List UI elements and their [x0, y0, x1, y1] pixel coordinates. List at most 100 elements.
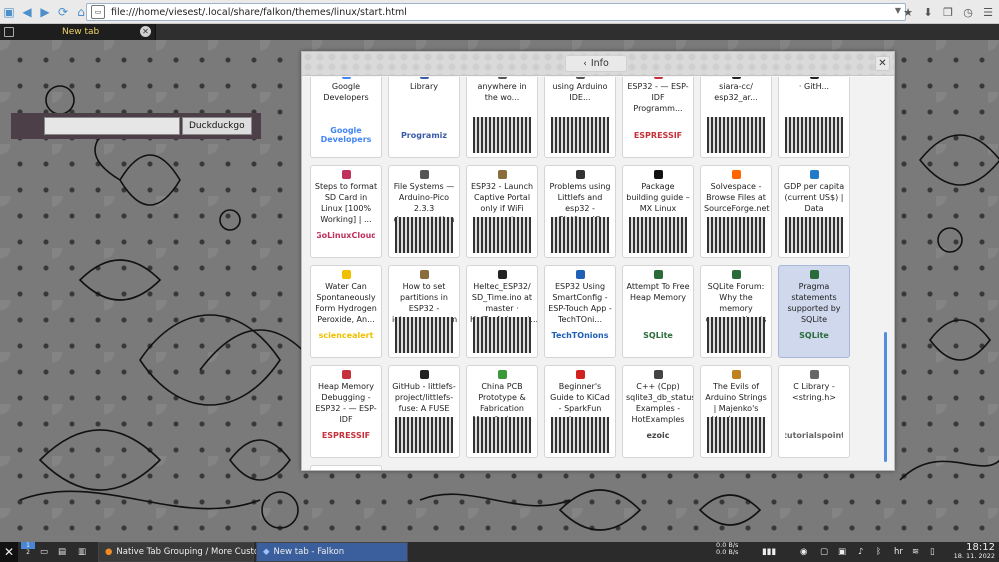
- forward-button[interactable]: ▶: [36, 3, 54, 21]
- app-menu-icon[interactable]: ▣: [0, 3, 18, 21]
- speed-dial-card[interactable]: Library Programiz: [388, 77, 460, 158]
- media-icon[interactable]: ◉: [800, 542, 807, 562]
- speed-dial-card[interactable]: C Library - <string.h> tutorialspoint: [778, 365, 850, 458]
- menu-icon[interactable]: ☰: [979, 3, 997, 21]
- speed-dial-card[interactable]: ESP32 Using SmartConfig - ESP-Touch App …: [544, 265, 616, 358]
- card-thumbnail: tutorialspoint: [785, 430, 843, 440]
- speed-dial-card[interactable]: Solvespace - Browse Files at SourceForge…: [700, 165, 772, 258]
- site-favicon-icon: [419, 77, 429, 79]
- speed-dial-card[interactable]: anywhere in the wo...: [466, 77, 538, 158]
- speed-dial-card[interactable]: GDP per capita (current US$) | Data: [778, 165, 850, 258]
- speed-dial-card[interactable]: Pragma statements supported by SQLite SQL…: [778, 265, 850, 358]
- start-menu-icon[interactable]: ✕: [0, 542, 18, 562]
- site-favicon-icon: [731, 170, 741, 179]
- task-falkon[interactable]: ◆ New tab - Falkon: [256, 542, 408, 562]
- speed-dial-card[interactable]: using Arduino IDE...: [544, 77, 616, 158]
- site-favicon-icon: [653, 370, 663, 379]
- card-thumbnail: [473, 417, 531, 453]
- close-tab-icon[interactable]: ✕: [140, 26, 151, 37]
- card-thumbnail: TechTOnions: [551, 330, 609, 340]
- duckduckgo-button[interactable]: Duckduckgo: [182, 117, 252, 135]
- speed-dial-card[interactable]: China PCB Prototype & Fabrication Manufa…: [466, 365, 538, 458]
- history-icon[interactable]: ◷: [959, 3, 977, 21]
- speed-dial-card[interactable]: File Systems — Arduino-Pico 2.3.3 docume…: [388, 165, 460, 258]
- speed-dial-card[interactable]: The Evils of Arduino Strings | Majenko's…: [700, 365, 772, 458]
- card-thumbnail: [473, 317, 531, 353]
- close-icon[interactable]: ✕: [875, 56, 890, 71]
- desktop-pager[interactable]: 1 2: [20, 542, 36, 562]
- tab-new-tab[interactable]: New tab ✕: [0, 24, 156, 40]
- search-input[interactable]: [44, 117, 180, 135]
- tab-page-icon: [4, 27, 14, 37]
- site-favicon-icon: [653, 270, 663, 279]
- card-thumbnail: [785, 217, 843, 253]
- site-favicon-icon: [497, 170, 507, 179]
- speed-dial-card[interactable]: Google Developers Google Developers: [310, 77, 382, 158]
- bookmarks-icon[interactable]: ❐: [939, 3, 957, 21]
- bookmark-icon[interactable]: ★: [899, 3, 917, 21]
- card-thumbnail: GoLinuxCloud: [317, 230, 375, 240]
- speed-dial-card[interactable]: Package building guide – MX Linux: [622, 165, 694, 258]
- site-favicon-icon: [731, 370, 741, 379]
- page-icon: ▭: [91, 5, 105, 19]
- camera-icon[interactable]: ▢: [820, 542, 828, 562]
- site-favicon-icon: [809, 170, 819, 179]
- back-button[interactable]: ◀: [18, 3, 36, 21]
- card-thumbnail: [473, 217, 531, 253]
- speed-dial-card[interactable]: ESP32 - — ESP-IDF Programm... ESPRESSIF: [622, 77, 694, 158]
- clock-date: 18. 11. 2022: [953, 552, 995, 560]
- speed-dial-card[interactable]: · GitH...: [778, 77, 850, 158]
- speed-dial-card[interactable]: Attempt To Free Heap Memory SQLite: [622, 265, 694, 358]
- wifi-icon[interactable]: ≋: [912, 542, 919, 562]
- card-thumbnail: [395, 217, 453, 253]
- url-text: file:///home/viesest/.local/share/falkon…: [111, 6, 407, 18]
- speed-dial-card[interactable]: Problems using Littlefs and esp32 - Plat…: [544, 165, 616, 258]
- speed-dial-card[interactable]: siara-cc/ esp32_ar...: [700, 77, 772, 158]
- scrollbar[interactable]: [884, 332, 887, 462]
- address-bar[interactable]: ▭ file:///home/viesest/.local/share/falk…: [86, 3, 906, 21]
- desktop-2[interactable]: 2: [26, 549, 30, 556]
- clipboard-icon[interactable]: ▣: [838, 542, 846, 562]
- show-desktop-icon[interactable]: ▭: [40, 542, 48, 562]
- speed-dial-card[interactable]: Water Can Spontaneously Form Hydrogen Pe…: [310, 265, 382, 358]
- browser-toolbar: ▣ ◀ ▶ ⟳ ⌂ ▭ file:///home/viesest/.local/…: [0, 0, 999, 24]
- tab-strip: New tab ✕: [0, 24, 999, 40]
- battery-icon[interactable]: ▯: [930, 542, 935, 562]
- speed-dial-card[interactable]: C++ (Cpp) sqlite3_db_status Examples - H…: [622, 365, 694, 458]
- volume-icon[interactable]: ♪: [858, 542, 863, 562]
- downloads-icon[interactable]: ⬇: [919, 3, 937, 21]
- toolbar-right: ★ ⬇ ❐ ◷ ☰: [899, 3, 997, 21]
- card-thumbnail: sciencealert: [318, 330, 374, 340]
- card-thumbnail: [551, 117, 609, 153]
- site-favicon-icon: [575, 170, 585, 179]
- keyboard-layout[interactable]: hr: [894, 542, 903, 562]
- speed-dial-grid-area: Google Developers Google Developers Librar…: [302, 77, 894, 470]
- clock[interactable]: 18:12 18. 11. 2022: [954, 542, 995, 562]
- card-thumbnail: Programiz: [400, 130, 448, 140]
- file-manager-icon[interactable]: ▤: [58, 542, 66, 562]
- site-favicon-icon: [419, 170, 429, 179]
- speed-dial-card[interactable]: Heltec_ESP32/ SD_Time.ino at master · He…: [466, 265, 538, 358]
- speed-dial-card[interactable]: How to set partitions in ESP32 - iotespr…: [388, 265, 460, 358]
- site-favicon-icon: [809, 270, 819, 279]
- speed-dial-card[interactable]: ESP32 - Launch Captive Portal only if Wi…: [466, 165, 538, 258]
- speed-dial-card[interactable]: Steps to format SD Card in Linux [100% W…: [310, 165, 382, 258]
- card-thumbnail: ESPRESSIF: [633, 130, 683, 140]
- network-speed: 0.0 B/s 0.0 B/s: [716, 542, 738, 562]
- site-favicon-icon: [497, 77, 507, 79]
- reload-button[interactable]: ⟳: [54, 3, 72, 21]
- card-thumbnail: ezoic: [646, 430, 670, 440]
- info-toggle[interactable]: ‹ Info: [565, 55, 627, 72]
- speed-dial-card[interactable]: GitHub - littlefs-project/littlefs-fuse:…: [388, 365, 460, 458]
- speed-dial-card[interactable]: Beginner's Guide to KiCad - SparkFun Lea…: [544, 365, 616, 458]
- task-firefox[interactable]: ● Native Tab Grouping / More Custo...: [98, 542, 267, 562]
- card-thumbnail: ESPRESSIF: [321, 430, 371, 440]
- speed-dial-card[interactable]: SQLite Forum: Why the memory consumption…: [700, 265, 772, 358]
- speed-dial-card[interactable]: Heap Memory Debugging - ESP32 - — ESP-ID…: [310, 365, 382, 458]
- terminal-icon[interactable]: ▥: [78, 542, 86, 562]
- speed-dial-card[interactable]: KiCad EDA - ...: [310, 465, 382, 470]
- desktop-1[interactable]: 1: [21, 542, 35, 549]
- search-box: Duckduckgo: [11, 113, 261, 139]
- bluetooth-icon[interactable]: ᛒ: [876, 542, 881, 562]
- tab-title: New tab: [62, 27, 100, 37]
